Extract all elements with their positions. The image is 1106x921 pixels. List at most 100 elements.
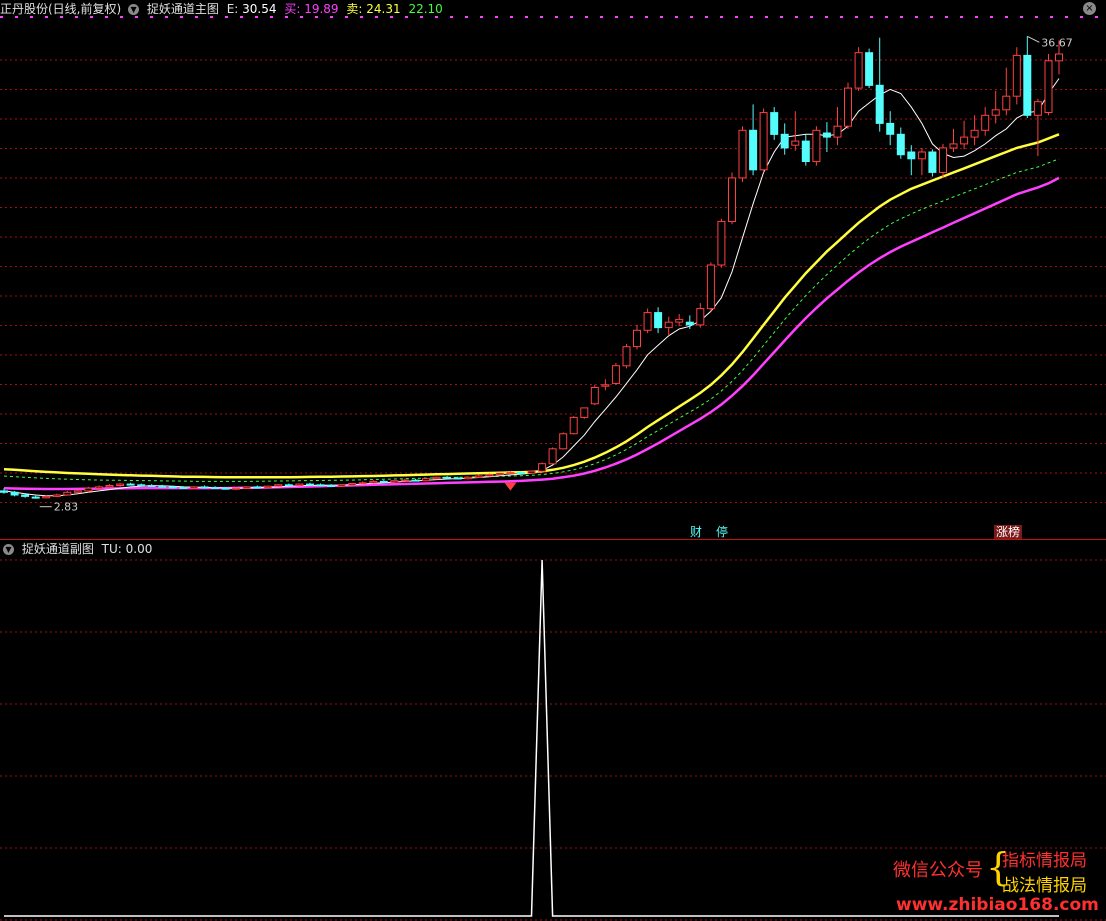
candles bbox=[0, 36, 1063, 499]
candle bbox=[780, 123, 789, 155]
candle-body bbox=[896, 133, 905, 156]
candle bbox=[633, 324, 641, 350]
candle bbox=[464, 476, 473, 480]
candle bbox=[833, 107, 842, 146]
candle-body bbox=[907, 151, 916, 160]
candle bbox=[147, 484, 156, 487]
candle bbox=[411, 478, 420, 482]
badge-ting[interactable]: 停 bbox=[714, 525, 730, 539]
candle-body bbox=[10, 491, 19, 496]
candle bbox=[126, 482, 135, 486]
candle-body bbox=[844, 87, 852, 127]
candle-body bbox=[706, 264, 715, 310]
badge-cai[interactable]: 财 bbox=[688, 525, 704, 539]
chevron-down-icon[interactable]: ▼ bbox=[3, 544, 14, 555]
candle-body bbox=[31, 496, 40, 499]
candle-body bbox=[865, 52, 874, 86]
watermark-wechat: 微信公众号 bbox=[893, 860, 983, 881]
candle-body bbox=[569, 416, 578, 435]
candle bbox=[812, 126, 821, 166]
candle bbox=[749, 104, 758, 176]
candle bbox=[559, 432, 568, 450]
candle-body bbox=[221, 487, 230, 490]
candle bbox=[907, 145, 916, 176]
candle bbox=[854, 47, 863, 91]
candle bbox=[970, 115, 979, 146]
candle bbox=[189, 486, 198, 489]
candle bbox=[316, 483, 325, 487]
candle bbox=[358, 481, 367, 485]
candle-body bbox=[559, 433, 568, 450]
candle-body bbox=[527, 470, 536, 474]
candle bbox=[590, 384, 599, 406]
candle bbox=[696, 303, 705, 328]
ma-yellow-line bbox=[3, 133, 1060, 479]
watermark-url: www.zhibiao168.com bbox=[896, 895, 1099, 915]
candle bbox=[200, 485, 209, 489]
candle-body bbox=[780, 133, 789, 149]
main-chart-panel[interactable]: 36.67 2.83 bbox=[0, 0, 1106, 540]
candle-body bbox=[749, 129, 758, 171]
watermark-line2: 战法情报局 bbox=[1002, 876, 1087, 896]
candle bbox=[738, 126, 747, 182]
candle bbox=[896, 127, 905, 159]
candle-body bbox=[812, 129, 821, 163]
candle-body bbox=[875, 84, 884, 124]
chevron-down-icon[interactable]: ▼ bbox=[128, 4, 140, 15]
candle bbox=[443, 476, 452, 479]
close-icon[interactable]: × bbox=[1083, 2, 1096, 15]
candle-body bbox=[306, 483, 314, 486]
candle-body bbox=[939, 147, 947, 173]
candle bbox=[295, 483, 304, 487]
candle-body bbox=[390, 480, 399, 483]
candle bbox=[917, 147, 926, 176]
candle-body bbox=[960, 136, 969, 145]
candle-body bbox=[917, 151, 926, 160]
candle-body bbox=[63, 491, 72, 496]
candle bbox=[664, 316, 673, 336]
extra-value: 22.10 bbox=[408, 2, 443, 16]
indicator-name[interactable]: 捉妖通道主图 bbox=[147, 2, 219, 16]
candle-body bbox=[126, 483, 135, 486]
candle-body bbox=[1055, 53, 1063, 62]
candle-body bbox=[443, 476, 452, 479]
ma-magenta-line bbox=[3, 176, 1060, 491]
badge-zhangbang[interactable]: 涨榜 bbox=[994, 525, 1023, 539]
candle bbox=[991, 90, 1000, 124]
candle bbox=[1012, 47, 1021, 105]
candle-body bbox=[95, 486, 103, 489]
candle-body bbox=[822, 132, 831, 138]
candle bbox=[643, 308, 652, 334]
candle bbox=[580, 407, 589, 419]
candle-body bbox=[611, 365, 620, 384]
candle-body bbox=[168, 486, 177, 489]
tu-label: TU: bbox=[101, 542, 122, 556]
candle bbox=[327, 484, 336, 487]
candle bbox=[422, 478, 430, 482]
candle bbox=[253, 485, 262, 489]
candle-body bbox=[263, 485, 272, 489]
chart-window[interactable]: 36.67 2.83 正丹股份(日线,前复权) ▼ 捉妖通道主图 E: 30.54… bbox=[0, 0, 1106, 921]
candle-body bbox=[84, 487, 93, 492]
sell-label: 卖: bbox=[346, 2, 363, 16]
candle bbox=[306, 482, 314, 486]
candle bbox=[284, 483, 293, 487]
candle-body bbox=[728, 177, 736, 222]
candle bbox=[369, 480, 378, 484]
sub-indicator-name[interactable]: 捉妖通道副图 bbox=[22, 542, 94, 556]
candle-body bbox=[759, 112, 768, 171]
stock-title[interactable]: 正丹股份(日线,前复权) bbox=[0, 2, 121, 16]
candle-body bbox=[495, 472, 504, 476]
candle bbox=[63, 490, 72, 496]
candle-body bbox=[200, 486, 209, 489]
candle bbox=[274, 484, 283, 487]
candle-body bbox=[369, 480, 378, 484]
candle bbox=[801, 134, 810, 166]
candle bbox=[538, 462, 547, 472]
candle bbox=[865, 48, 874, 89]
candle-body bbox=[42, 495, 51, 499]
candle-body bbox=[337, 484, 346, 487]
candle bbox=[432, 476, 441, 480]
candle-body bbox=[801, 140, 810, 163]
tu-value: 0.00 bbox=[125, 542, 153, 556]
